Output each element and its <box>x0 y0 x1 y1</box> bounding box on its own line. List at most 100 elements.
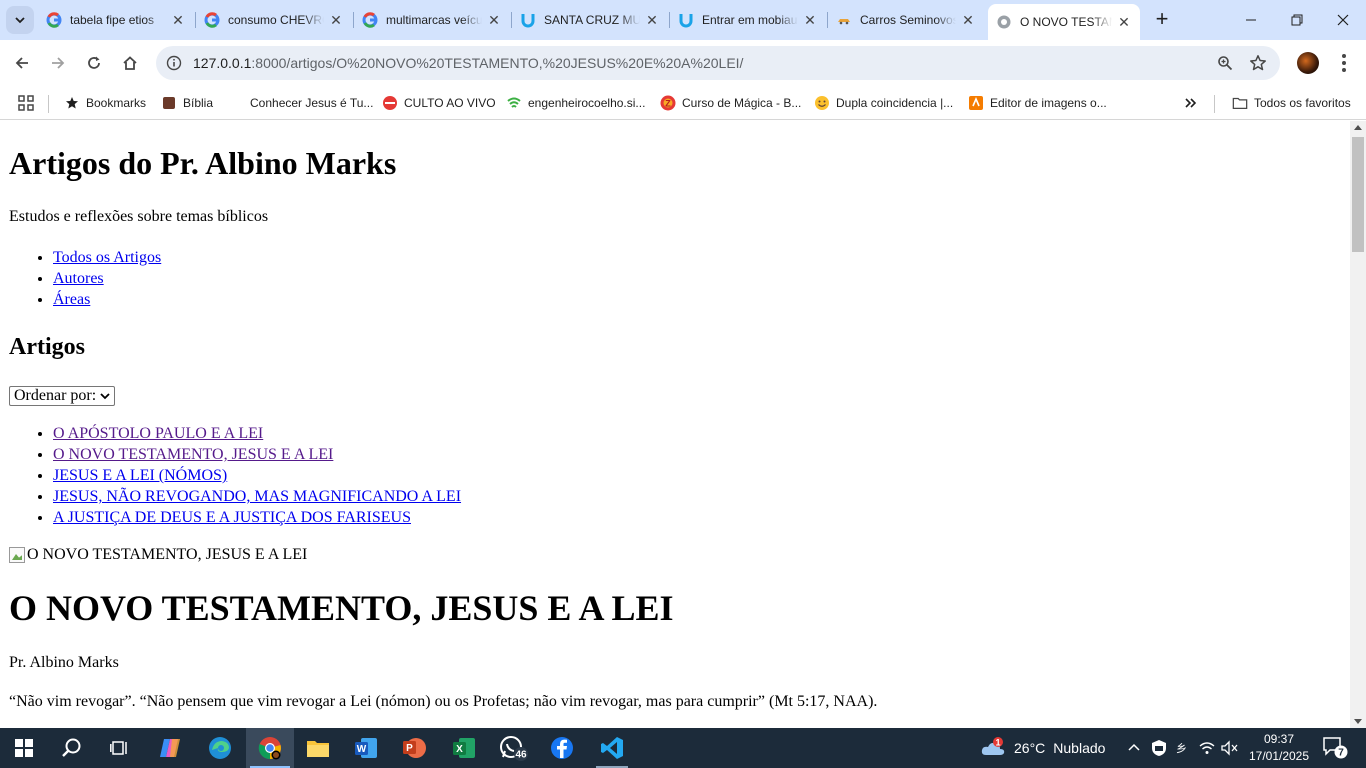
vscode-icon[interactable] <box>588 728 636 768</box>
weather-badge: 1 <box>995 738 1000 748</box>
image-editor-icon <box>968 95 984 111</box>
bookmark-item[interactable]: Dupla coincidencia |... <box>814 91 953 115</box>
tab-search-button[interactable] <box>6 6 34 34</box>
reload-button[interactable] <box>79 48 109 78</box>
volume-muted-icon[interactable] <box>1218 728 1242 768</box>
bookmark-item[interactable]: CULTO AO VIVO <box>382 91 496 115</box>
chrome-menu-icon[interactable] <box>1334 50 1354 76</box>
close-icon[interactable]: ✕ <box>802 12 818 29</box>
article-link[interactable]: O APÓSTOLO PAULO E A LEI <box>53 425 263 442</box>
scrollbar-thumb[interactable] <box>1352 137 1364 252</box>
keyboard-language-icon[interactable]: 乡 <box>1172 728 1194 768</box>
article-author: Pr. Albino Marks <box>9 654 119 671</box>
arrow-right-icon <box>52 57 65 69</box>
article-link[interactable]: O NOVO TESTAMENTO, JESUS E A LEI <box>53 446 333 463</box>
browser-tab[interactable]: tabela fipe etios ✕ <box>38 4 194 36</box>
article-paragraph: “Não vim revogar”. “Não pensem que vim r… <box>9 693 878 710</box>
tab-title: O NOVO TESTAMENTO <box>1020 15 1112 29</box>
forward-button[interactable] <box>43 48 73 78</box>
tab-title: consumo CHEVROLET <box>228 13 324 27</box>
whatsapp-badge: 46 <box>515 750 527 761</box>
bookmark-item[interactable]: Conhecer Jesus é Tu... <box>228 91 373 115</box>
google-icon <box>46 12 62 28</box>
close-window-button[interactable] <box>1320 0 1366 40</box>
clock-time: 09:37 <box>1263 732 1295 746</box>
word-icon[interactable]: W <box>342 728 390 768</box>
close-icon[interactable]: ✕ <box>960 12 976 29</box>
chevron-up-icon[interactable] <box>1124 728 1144 768</box>
network-icon[interactable] <box>1196 728 1218 768</box>
browser-tab[interactable]: consumo CHEVROLET ✕ <box>196 4 352 36</box>
home-button[interactable] <box>115 48 145 78</box>
zoom-icon[interactable] <box>1215 53 1235 73</box>
article-link[interactable]: A JUSTIÇA DE DEUS E A JUSTIÇA DOS FARISE… <box>53 509 411 526</box>
nav-link-areas[interactable]: Áreas <box>53 291 90 308</box>
weather-temperature: 26°C <box>1014 740 1046 756</box>
url-text[interactable]: 127.0.0.1:8000/artigos/O%20NOVO%20TESTAM… <box>193 55 743 71</box>
new-tab-button[interactable]: + <box>1150 8 1174 32</box>
edge-icon[interactable] <box>196 728 244 768</box>
restore-button[interactable] <box>1274 0 1320 40</box>
weather-widget[interactable]: 1 26°C Nublado <box>980 728 1105 768</box>
bookmark-item[interactable]: Editor de imagens o... <box>968 91 1107 115</box>
search-icon[interactable] <box>48 728 96 768</box>
browser-tab[interactable]: Entrar em mobiauto ✕ <box>670 4 826 36</box>
file-explorer-icon[interactable] <box>294 728 342 768</box>
nav-link-authors[interactable]: Autores <box>53 270 104 287</box>
bookmark-item[interactable]: engenheirocoelho.si... <box>506 91 645 115</box>
bookmarks-bar: Bookmarks Bíblia Conhecer Jesus é Tu... … <box>0 86 1366 120</box>
notification-center-button[interactable]: 7 <box>1322 736 1348 760</box>
bookmarks-separator <box>1214 95 1215 113</box>
page-viewport: Artigos do Pr. Albino Marks Estudos e re… <box>0 121 1350 728</box>
scroll-down-icon[interactable] <box>1354 719 1362 724</box>
page-scrollbar[interactable] <box>1350 121 1366 728</box>
bookmark-item[interactable]: Bookmarks <box>64 91 146 115</box>
system-clock[interactable]: 09:37 17/01/2025 <box>1248 731 1310 765</box>
chrome-icon[interactable] <box>246 728 294 768</box>
article-link[interactable]: JESUS E A LEI (NÓMOS) <box>53 467 227 484</box>
close-icon[interactable]: ✕ <box>328 12 344 29</box>
bookmark-item[interactable]: Z Curso de Mágica - B... <box>660 91 801 115</box>
excel-icon[interactable]: X <box>440 728 488 768</box>
article-link[interactable]: JESUS, NÃO REVOGANDO, MAS MAGNIFICANDO A… <box>53 488 461 505</box>
sort-select[interactable]: Ordenar por: <box>9 386 116 406</box>
profile-avatar[interactable] <box>1297 52 1319 74</box>
minimize-button[interactable] <box>1228 0 1274 40</box>
article-image: O NOVO TESTAMENTO, JESUS E A LEI <box>9 546 307 564</box>
browser-tab-active[interactable]: O NOVO TESTAMENTO ✕ <box>988 4 1140 40</box>
nav-link-all-articles[interactable]: Todos os Artigos <box>53 249 161 266</box>
scroll-up-icon[interactable] <box>1354 125 1362 130</box>
clock-date: 17/01/2025 <box>1248 749 1310 763</box>
bookmark-label: Conhecer Jesus é Tu... <box>250 96 374 110</box>
globe-icon <box>996 14 1012 30</box>
list-item: JESUS E A LEI (NÓMOS) <box>53 465 461 486</box>
mobiauto-icon <box>678 12 694 28</box>
more-bookmarks-button[interactable] <box>1184 91 1198 115</box>
start-icon[interactable] <box>0 728 48 768</box>
close-icon[interactable]: ✕ <box>486 12 502 29</box>
bookmark-item[interactable]: Bíblia <box>161 91 213 115</box>
whatsapp-icon[interactable]: 46 <box>490 728 538 768</box>
apps-button[interactable] <box>18 91 34 115</box>
bookmark-label: CULTO AO VIVO <box>404 96 496 110</box>
svg-text:W: W <box>357 744 367 755</box>
close-icon[interactable]: ✕ <box>1116 14 1132 31</box>
site-info-icon[interactable] <box>164 53 184 73</box>
tab-title: tabela fipe etios <box>70 13 166 27</box>
browser-tab[interactable]: multimarcas veículos ✕ <box>354 4 510 36</box>
security-shield-icon[interactable] <box>1148 728 1170 768</box>
home-icon <box>123 56 137 70</box>
address-bar[interactable]: 127.0.0.1:8000/artigos/O%20NOVO%20TESTAM… <box>156 46 1280 80</box>
browser-tab[interactable]: Carros Seminovos ✕ <box>828 4 984 36</box>
task-view-icon[interactable] <box>96 728 144 768</box>
browser-tab[interactable]: SANTA CRUZ MULTIMARCAS ✕ <box>512 4 668 36</box>
back-button[interactable] <box>7 48 37 78</box>
powerpoint-icon[interactable]: P <box>390 728 438 768</box>
tab-title: Entrar em mobiauto <box>702 13 798 27</box>
facebook-icon[interactable] <box>538 728 586 768</box>
all-bookmarks-button[interactable]: Todos os favoritos <box>1232 91 1351 115</box>
bookmark-star-icon[interactable] <box>1248 53 1268 73</box>
close-icon[interactable]: ✕ <box>170 12 186 29</box>
close-icon[interactable]: ✕ <box>644 12 660 29</box>
copilot-icon[interactable] <box>146 728 194 768</box>
